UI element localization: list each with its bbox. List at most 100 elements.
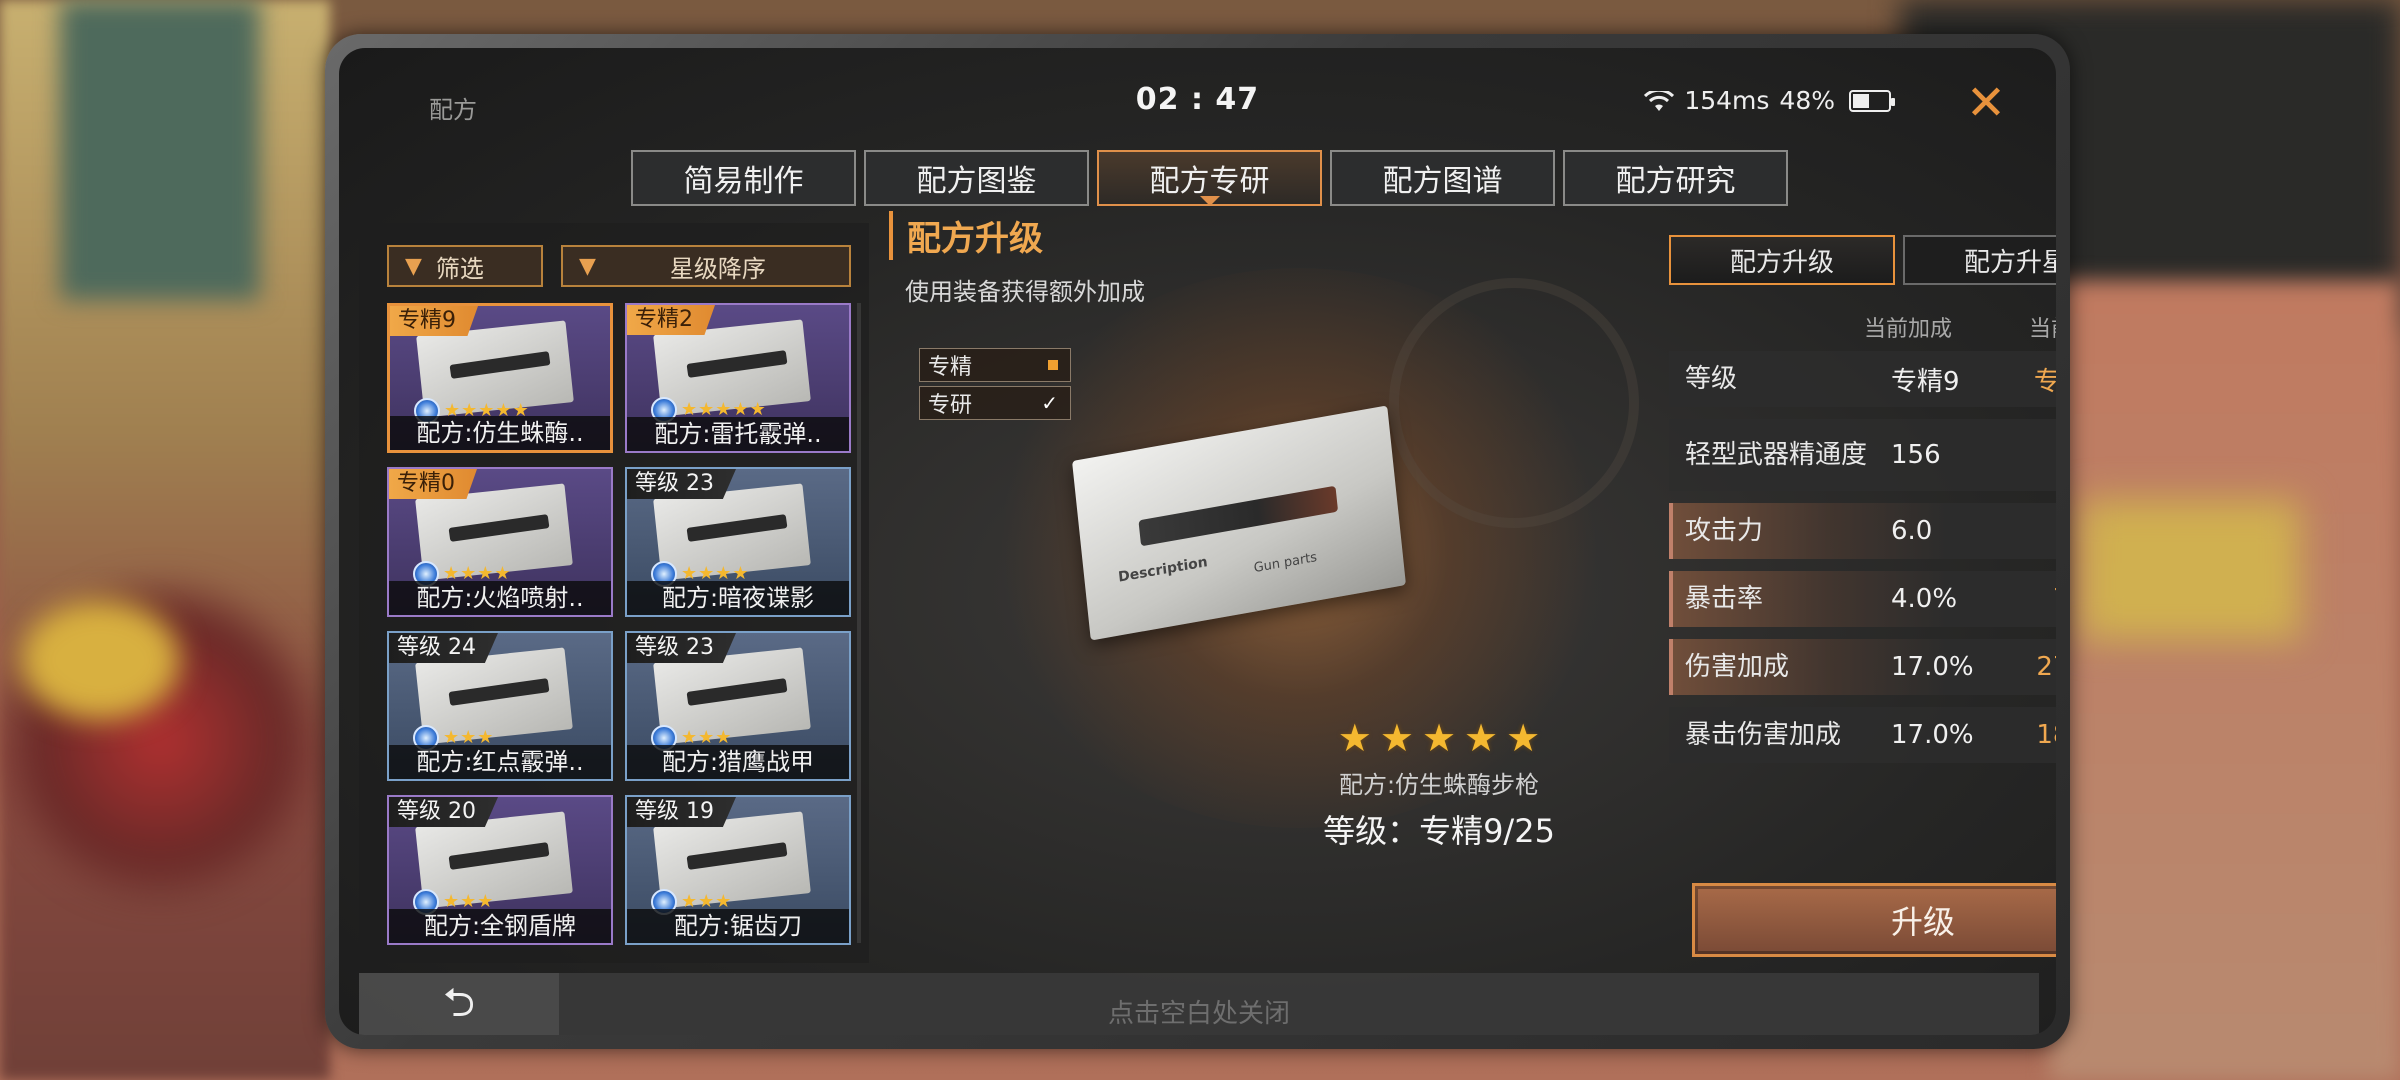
battery-icon — [1849, 89, 1895, 112]
recipe-name: 配方:仿生蛛酶.. — [390, 416, 610, 450]
chevron-down-icon: ▼ — [405, 253, 422, 279]
back-arrow-icon: ⮌ — [442, 980, 476, 1026]
scrollbar[interactable] — [857, 303, 861, 943]
stat-label: 攻击力 — [1685, 516, 1764, 546]
stat-row: 攻击力6.07.0 — [1669, 503, 2056, 559]
filter-label: 筛选 — [435, 254, 484, 283]
upgrade-button[interactable]: 升级 — [1692, 883, 2056, 957]
header-max: 当前最高 — [2029, 317, 2056, 342]
blueprint-text: Description — [1117, 554, 1209, 586]
level-badge: 等级 20 — [389, 797, 498, 827]
recipe-name: 配方:猎鹰战甲 — [627, 745, 849, 779]
stat-current: 156 — [1891, 440, 1941, 470]
recipe-name: 配方:红点霰弹.. — [389, 745, 611, 779]
toggle-label: 专研 — [928, 393, 973, 418]
header-current: 当前加成 — [1864, 317, 1953, 342]
toggle-research[interactable]: 专研 ✓ — [919, 386, 1071, 420]
recipe-card[interactable]: 等级 23 ★ ★ ★ ★ 配方:暗夜谍影 — [625, 467, 851, 617]
main-tabs: 简易制作 配方图鉴 配方专研 配方图谱 配方研究 — [631, 150, 1788, 206]
recipe-name: 配方:火焰喷射.. — [389, 581, 611, 615]
recipe-panel: 配方 02 : 47 154ms 48% ✕ 简易制作 配方图鉴 配方专研 配方… — [339, 48, 2056, 1035]
tab-recipe-mastery[interactable]: 配方专研 — [1097, 150, 1322, 206]
toggle-label: 专精 — [928, 355, 973, 380]
checkmark-icon: ✓ — [1041, 391, 1058, 415]
recipe-name: 配方:锯齿刀 — [627, 909, 849, 943]
level-badge: 专精0 — [389, 469, 477, 499]
tab-recipe-catalog[interactable]: 配方图鉴 — [864, 150, 1089, 206]
recipe-card[interactable]: 等级 23 ★ ★ ★ 配方:猎鹰战甲 — [625, 631, 851, 781]
item-level: 等级：专精9/25 — [1323, 812, 1555, 850]
level-badge: 专精2 — [627, 305, 715, 335]
filter-bar: ▼ 筛选 ▼ 星级降序 — [387, 245, 851, 287]
tab-simple-craft[interactable]: 简易制作 — [631, 150, 856, 206]
stat-row: 轻型武器精通度156225 — [1669, 419, 2056, 491]
recipe-card[interactable]: 等级 19 ★ ★ ★ 配方:锯齿刀 — [625, 795, 851, 945]
tab-recipe-star-up[interactable]: 配方升星 — [1903, 235, 2056, 285]
decorative-ring — [1389, 278, 1639, 528]
star-icon: ★ — [1421, 716, 1457, 760]
dot-icon — [1048, 360, 1058, 370]
recipe-card[interactable]: 等级 20 ★ ★ ★ 配方:全钢盾牌 — [387, 795, 613, 945]
top-bar: 配方 02 : 47 154ms 48% ✕ — [339, 48, 2056, 138]
mode-toggles: 专精 专研 ✓ — [919, 348, 1071, 424]
recipe-list-panel: ▼ 筛选 ▼ 星级降序 专精9 ★ ★ ★ ★ ★ 配方:仿生蛛酶.. 专精2 ★ ★ ★ ★ ★ 配方:… — [359, 223, 869, 963]
sort-button[interactable]: ▼ 星级降序 — [561, 245, 851, 287]
close-icon: ✕ — [1965, 75, 2007, 131]
back-button[interactable]: ⮌ — [359, 973, 559, 1035]
stat-current: 17.0% — [1891, 652, 1974, 682]
stats-table: 等级专精9专精25轻型武器精通度156225攻击力6.07.0暴击率4.0%7.… — [1669, 351, 2056, 775]
recipe-card[interactable]: 等级 24 ★ ★ ★ 配方:红点霰弹.. — [387, 631, 613, 781]
recipe-name: 配方:雷托霰弹.. — [627, 417, 849, 451]
ping-text: 154ms — [1684, 86, 1770, 115]
section-title: 配方升级 — [889, 211, 1043, 260]
star-icon: ★ — [1506, 716, 1541, 760]
panel-frame: 配方 02 : 47 154ms 48% ✕ 简易制作 配方图鉴 配方专研 配方… — [325, 34, 2070, 1049]
item-star-rating: ★ ★ ★ ★ ★ — [1338, 716, 1540, 760]
stat-label: 伤害加成 — [1685, 652, 1790, 682]
section-subtitle: 使用装备获得额外加成 — [905, 278, 1145, 306]
level-badge: 等级 24 — [389, 633, 498, 663]
close-hint: 点击空白处关闭 — [1107, 999, 1290, 1029]
stat-max: 专精25 — [2033, 366, 2056, 397]
stat-current: 专精9 — [1891, 366, 1960, 397]
sub-tabs: 配方升级 配方升星 — [1669, 235, 2056, 285]
battery-percent: 48% — [1779, 86, 1835, 115]
stat-label: 等级 — [1685, 364, 1738, 394]
stat-label: 暴击伤害加成 — [1685, 720, 1842, 750]
recipe-card[interactable]: 专精9 ★ ★ ★ ★ ★ 配方:仿生蛛酶.. — [387, 303, 613, 453]
recipe-name: 配方:暗夜谍影 — [627, 581, 849, 615]
item-name: 配方:仿生蛛酶步枪 — [1338, 771, 1540, 799]
star-icon: ★ — [1464, 716, 1499, 760]
close-button[interactable]: ✕ — [1951, 68, 2021, 138]
status-bar: 154ms 48% — [1644, 86, 1895, 115]
sort-label: 星级降序 — [669, 254, 766, 283]
rifle-image — [1138, 485, 1339, 547]
stat-row: 暴击率 4.0% 7.0% — [1669, 571, 2056, 627]
stat-max: 7.0% — [2053, 584, 2056, 614]
wifi-icon — [1644, 88, 1675, 112]
stat-label: 轻型武器精通度 — [1685, 440, 1868, 470]
level-badge: 等级 23 — [627, 633, 736, 663]
bottom-bar[interactable]: 点击空白处关闭 ⮌ — [359, 973, 2039, 1035]
stat-row: 伤害加成 17.0% 27.0% — [1669, 639, 2056, 695]
level-badge: 专精9 — [390, 306, 478, 336]
tab-recipe-upgrade[interactable]: 配方升级 — [1669, 235, 1895, 285]
stat-row: 等级 专精9 专精25 — [1669, 351, 2056, 407]
recipe-card[interactable]: 专精0 ★ ★ ★ ★ 配方:火焰喷射.. — [387, 467, 613, 617]
stat-row: 暴击伤害加成 17.0% 18.0% — [1669, 707, 2056, 763]
stat-current: 6.0 — [1891, 516, 1933, 546]
tab-recipe-atlas[interactable]: 配方图谱 — [1330, 150, 1555, 206]
stat-current: 4.0% — [1891, 584, 1958, 614]
blueprint-text: Gun parts — [1253, 550, 1318, 577]
filter-button[interactable]: ▼ 筛选 — [387, 245, 543, 287]
recipe-name: 配方:全钢盾牌 — [389, 909, 611, 943]
star-icon: ★ — [1337, 716, 1372, 760]
chevron-down-icon: ▼ — [579, 253, 596, 279]
stat-max: 27.0% — [2036, 652, 2056, 682]
level-badge: 等级 19 — [627, 797, 736, 827]
star-icon: ★ — [1379, 716, 1414, 760]
level-badge: 等级 23 — [627, 469, 736, 499]
recipe-card[interactable]: 专精2 ★ ★ ★ ★ ★ 配方:雷托霰弹.. — [625, 303, 851, 453]
tab-recipe-research[interactable]: 配方研究 — [1563, 150, 1788, 206]
toggle-mastery[interactable]: 专精 — [919, 348, 1071, 382]
